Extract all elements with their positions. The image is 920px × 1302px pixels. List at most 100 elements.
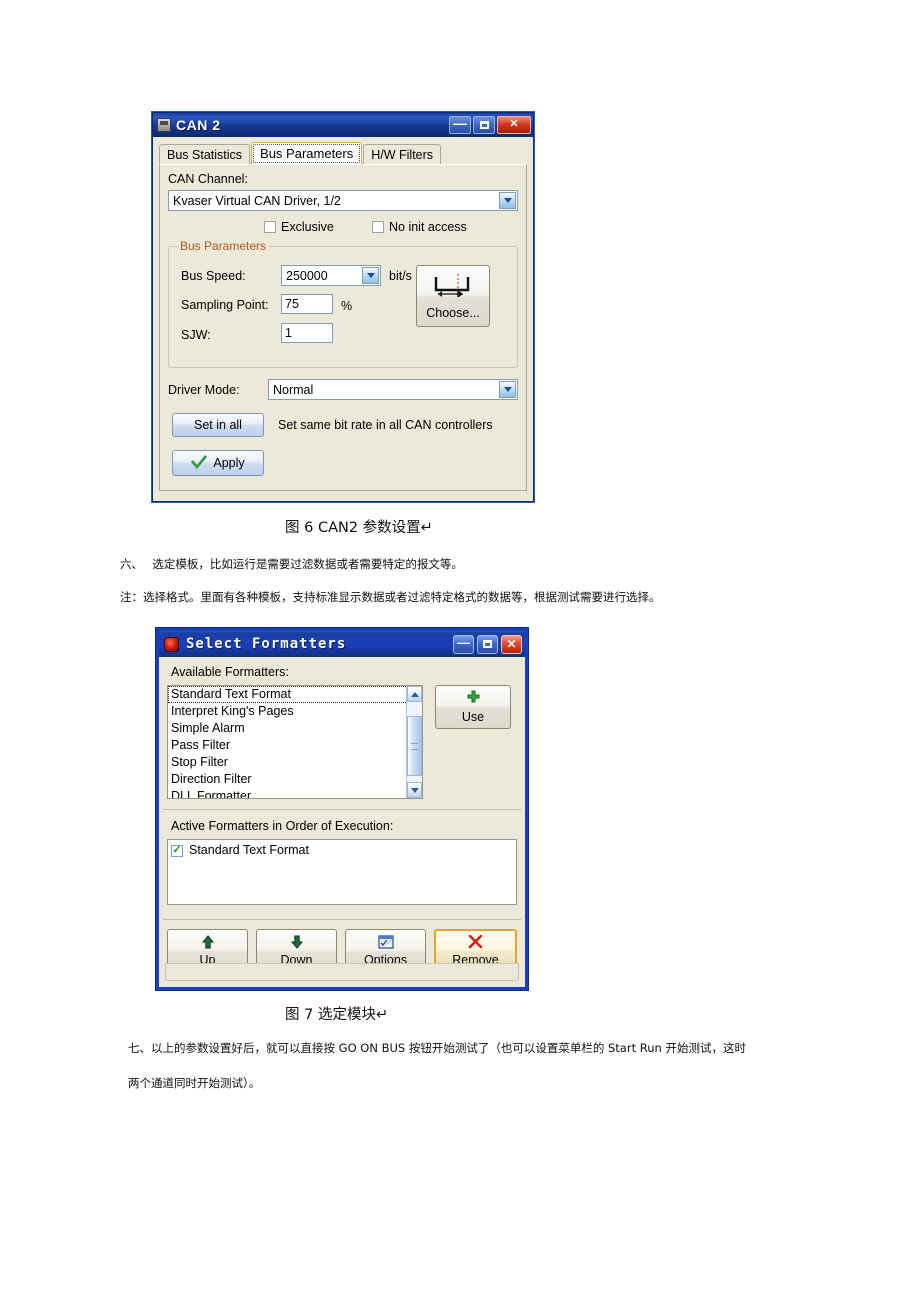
select-formatters-title: Select Formatters [186,636,347,652]
can-channel-select[interactable]: Kvaser Virtual CAN Driver, 1/2 [168,190,518,211]
can2-window-controls: — ✕ [449,114,531,134]
exclusive-checkbox[interactable]: Exclusive [264,220,334,234]
sampling-point-unit: % [341,299,353,313]
sampling-point-input[interactable]: 75 [281,294,333,314]
select-formatters-body: Available Formatters: Standard Text Form… [159,657,525,987]
bus-parameters-panel: CAN Channel: Kvaser Virtual CAN Driver, … [159,164,527,491]
can2-window: CAN 2 — ✕ Bus Statistics Bus Parameters … [152,112,534,502]
available-formatters-list[interactable]: Standard Text Format Interpret King's Pa… [167,685,423,799]
sjw-input[interactable]: 1 [281,323,333,343]
minimize-button[interactable]: — [449,114,471,134]
bus-speed-value: 250000 [286,268,328,283]
checkbox-box[interactable] [264,221,276,233]
active-formatter-label: Standard Text Format [189,843,309,857]
bus-parameters-groupbox: Bus Parameters Bus Speed: 250000 bit/s S… [168,239,518,368]
tab-bus-parameters[interactable]: Bus Parameters [251,142,363,165]
set-in-all-hint: Set same bit rate in all CAN controllers [278,418,493,432]
maximize-button[interactable] [477,634,498,654]
apply-label: Apply [213,456,245,470]
checkbox-checked-icon[interactable]: ✓ [171,844,183,857]
tab-bus-statistics[interactable]: Bus Statistics [159,144,251,165]
list-item[interactable]: Stop Filter [168,754,422,771]
set-in-all-button[interactable]: Set in all [172,413,264,437]
paragraph-six: 六、 选定模板，比如运行是需要过滤数据或者需要特定的报文等。 [120,557,463,571]
no-init-access-checkbox[interactable]: No init access [372,220,467,234]
can2-titlebar: CAN 2 — ✕ [153,113,533,137]
chevron-down-icon[interactable] [499,192,516,209]
use-button-label: Use [461,710,485,724]
can2-app-icon [157,117,171,132]
section-divider [163,919,521,920]
tab-bus-statistics-label: Bus Statistics [167,148,243,162]
can-channel-label: CAN Channel: [168,172,248,186]
list-item[interactable]: Pass Filter [168,737,422,754]
caption-fig6: 图 6 CAN2 参数设置↵ [285,520,433,536]
select-formatters-window-controls: — ✕ [453,634,522,654]
can2-tabstrip: Bus Statistics Bus Parameters H/W Filter… [159,142,533,165]
close-button[interactable]: ✕ [497,115,531,134]
document-page: CAN 2 — ✕ Bus Statistics Bus Parameters … [0,0,920,1302]
paragraph-seven-line1: 七、以上的参数设置好后，就可以直接按 GO ON BUS 按钮开始测试了（也可以… [128,1041,746,1055]
paragraph-seven-line2: 两个通道同时开始测试）。 [128,1076,261,1090]
caption-fig7: 图 7 选定模块↵ [285,1007,389,1023]
select-formatters-app-icon [164,636,179,652]
list-item[interactable]: Direction Filter [168,771,422,788]
list-item[interactable]: Standard Text Format [168,686,422,703]
sjw-label: SJW: [181,328,211,342]
chevron-down-icon[interactable] [362,267,379,284]
minimize-icon: — [453,114,467,131]
maximize-icon [474,117,494,133]
tab-bus-parameters-label: Bus Parameters [260,146,354,161]
no-init-access-label: No init access [389,220,467,234]
maximize-icon [478,636,497,653]
use-button[interactable]: Use [435,685,511,729]
bit-timing-icon [432,273,474,302]
tab-hw-filters-label: H/W Filters [371,148,434,162]
options-checklist-icon [377,935,394,952]
list-item[interactable]: Simple Alarm [168,720,422,737]
driver-mode-label: Driver Mode: [168,383,240,397]
select-formatters-titlebar: Select Formatters — ✕ [159,631,525,657]
close-icon: ✕ [506,637,517,651]
scroll-down-icon[interactable] [407,782,422,798]
driver-mode-select[interactable]: Normal [268,379,518,400]
close-button[interactable]: ✕ [501,634,522,654]
can2-window-title: CAN 2 [176,116,221,133]
active-formatters-label: Active Formatters in Order of Execution: [171,819,394,833]
apply-button[interactable]: Apply [172,450,264,476]
bus-parameters-legend: Bus Parameters [177,239,270,253]
section-divider [163,809,521,810]
minimize-icon: — [457,634,470,650]
tab-hw-filters[interactable]: H/W Filters [363,144,442,165]
list-item[interactable]: DLL Formatter [168,788,422,798]
red-x-icon [468,934,483,952]
scroll-up-icon[interactable] [407,686,422,702]
exclusive-label: Exclusive [281,220,334,234]
select-formatters-statusbar [165,963,519,981]
choose-button[interactable]: Choose... [416,265,490,327]
bus-speed-select[interactable]: 250000 [281,265,381,286]
green-plus-icon [466,690,481,708]
maximize-button[interactable] [473,115,495,134]
sampling-point-value: 75 [285,297,299,311]
available-formatters-label: Available Formatters: [171,665,289,679]
list-scrollbar[interactable] [406,686,422,798]
set-in-all-label: Set in all [194,418,242,432]
scrollbar-thumb[interactable] [407,716,422,776]
chevron-down-icon[interactable] [499,381,516,398]
active-formatters-list[interactable]: ✓ Standard Text Format [167,839,517,905]
sjw-value: 1 [285,326,292,340]
bus-speed-unit: bit/s [389,269,412,283]
choose-button-label: Choose... [426,305,480,320]
driver-mode-value: Normal [273,382,314,397]
checkbox-box[interactable] [372,221,384,233]
list-item[interactable]: Interpret King's Pages [168,703,422,720]
green-check-icon [191,454,208,472]
list-item[interactable]: ✓ Standard Text Format [168,840,516,859]
sampling-point-label: Sampling Point: [181,298,269,312]
close-icon: ✕ [509,118,519,130]
select-formatters-window: Select Formatters — ✕ Available Formatte… [156,628,528,990]
minimize-button[interactable]: — [453,634,474,654]
paragraph-note: 注：选择格式。里面有各种模板，支持标准显示数据或者过滤特定格式的数据等，根据测试… [120,590,661,604]
arrow-up-icon [201,935,215,952]
